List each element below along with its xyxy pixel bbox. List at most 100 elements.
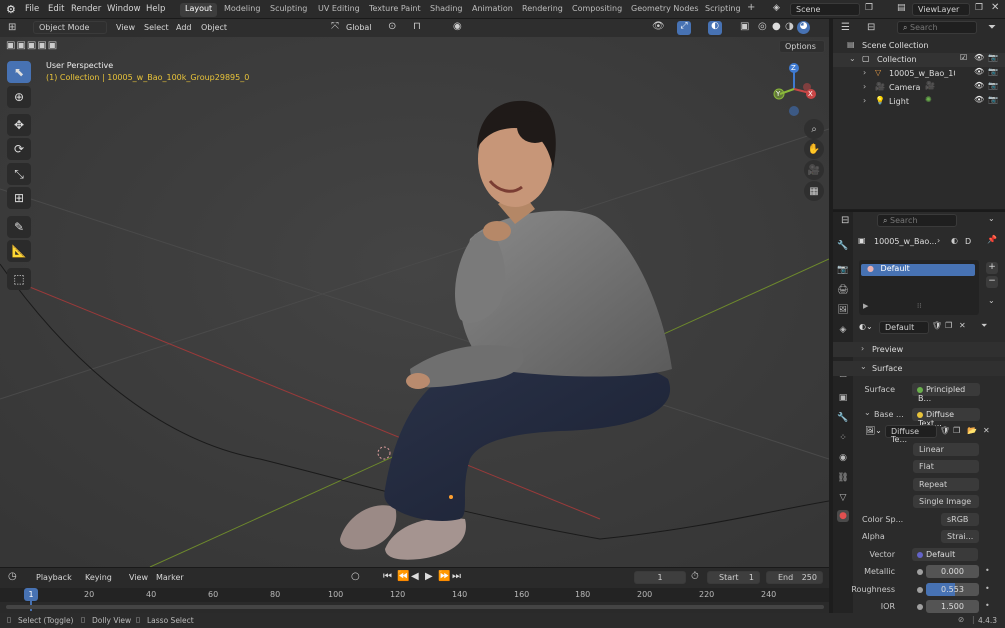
camera-view-icon[interactable]: 🎥 [804,160,824,180]
timeline-menu-keying[interactable]: Keying [85,573,112,582]
jump-keyframe-back-icon[interactable]: ⏪ [397,571,409,582]
chevron-down-icon[interactable]: ⌄ [849,54,856,63]
pan-hand-icon[interactable]: ✋ [804,139,824,159]
ior-slider[interactable]: 1.500 [926,600,979,613]
view-layer-field[interactable]: ViewLayer [912,3,970,16]
ior-keyframe-icon[interactable]: • [985,601,990,610]
gizmo-toggle-icon[interactable]: ⤢ [677,21,691,35]
new-scene-icon[interactable]: ❐ [865,3,873,13]
collection-checkbox-icon[interactable]: ☑ [960,53,967,62]
timeline-scrollbar[interactable] [6,605,824,609]
shading-wireframe-icon[interactable]: ◎ [758,21,767,32]
roughness-slider[interactable]: 0.553 [926,583,979,596]
surface-panel-header[interactable]: ⌄ Surface [833,361,1005,376]
tab-shading[interactable]: Shading [425,3,468,17]
tab-compositing[interactable]: Compositing [567,3,627,17]
tab-uv-editing[interactable]: UV Editing [313,3,365,17]
add-cube-tool-icon[interactable]: ⬚ [7,268,31,290]
image-name-field[interactable]: Diffuse Te... [885,425,937,444]
outliner-filter-mode-icon[interactable]: ⊟ [867,22,875,33]
image-new-icon[interactable]: ❐ [953,426,960,435]
image-browse-icon[interactable]: 🖼⌄ [865,426,882,435]
constraints-tab-icon[interactable]: ⛓ [837,472,849,484]
pin-icon[interactable]: 📌 [987,235,997,244]
viewport-menu-select[interactable]: Select [144,23,169,32]
slot-specials-icon[interactable]: ⌄ [988,296,995,305]
shading-rendered-icon[interactable]: ◕ [797,21,810,34]
outliner-row-mesh[interactable]: › ▽ 10005_w_Bao_10( 👁 📷 [833,67,1005,81]
scene-tab-icon[interactable]: ◈ [837,324,849,336]
metallic-slider[interactable]: 0.000 [926,565,979,578]
select-mode-icons[interactable]: ▣▣▣▣▣ [6,40,58,51]
menu-file[interactable]: File [25,4,39,14]
tab-modeling[interactable]: Modeling [219,3,265,17]
mesh-camera-icon[interactable]: 📷 [988,67,998,76]
data-tab-icon[interactable]: ▽ [837,492,849,504]
jump-end-icon[interactable]: ⏭ [452,571,461,582]
measure-tool-icon[interactable]: 📐 [7,240,31,262]
roughness-keyframe-icon[interactable]: • [985,584,990,593]
material-browse-icon[interactable]: ◐⌄ [859,322,873,331]
timeline-menu-marker[interactable]: Marker [156,573,184,582]
outliner-row-scene-collection[interactable]: ▤ Scene Collection [833,39,1005,53]
material-name-field[interactable]: Default [879,321,929,334]
tab-scripting[interactable]: Scripting [700,3,746,17]
source-dropdown[interactable]: Single Image [913,495,979,508]
preview-range-icon[interactable]: ⏱ [691,571,699,582]
tab-geometry-nodes[interactable]: Geometry Nodes [626,3,703,17]
add-slot-button[interactable]: + [986,262,998,274]
tab-texture-paint[interactable]: Texture Paint [364,3,426,17]
visibility-icon[interactable]: 👁 [652,21,665,32]
overlays-icon[interactable]: ◐ [708,21,722,35]
link-dropdown-icon[interactable]: ⏷ [981,321,987,331]
menu-render[interactable]: Render [71,4,101,14]
zoom-icon[interactable]: ⌕ [804,119,824,139]
scene-field[interactable]: Scene [790,3,860,16]
viewport-menu-view[interactable]: View [116,23,135,32]
preview-panel-header[interactable]: › Preview [833,342,1005,357]
camera-render-icon[interactable]: 📷 [988,81,998,90]
duplicate-material-icon[interactable]: ❐ [945,321,952,330]
color-space-dropdown[interactable]: sRGB [941,513,979,526]
chevron-right-icon[interactable]: › [863,82,866,91]
select-tool-icon[interactable]: ⬉ [7,61,31,83]
image-open-icon[interactable]: 📂 [967,426,977,435]
light-eye-icon[interactable]: 👁 [974,95,984,104]
fake-user-icon[interactable]: 🛡 [932,321,942,330]
output-tab-icon[interactable]: 🖨 [837,284,849,296]
jump-start-icon[interactable]: ⏮ [383,571,392,582]
metallic-keyframe-icon[interactable]: • [985,566,990,575]
view-layer-tab-icon[interactable]: 🖼 [837,304,849,316]
collection-eye-icon[interactable]: 👁 [974,53,984,62]
props-editor-type-icon[interactable]: ⊟ [841,215,849,226]
tab-animation[interactable]: Animation [467,3,518,17]
outliner-row-camera[interactable]: › 🎥 Camera 🎥 👁 📷 [833,81,1005,95]
chevron-down-icon[interactable]: ⌄ [988,214,995,223]
camera-eye-icon[interactable]: 👁 [974,81,984,90]
physics-tab-icon[interactable]: ◉ [837,452,849,464]
play-icon[interactable]: ▶ [425,571,433,582]
material-slot-selected[interactable]: ● Default [861,264,975,276]
current-frame-field[interactable]: 1 [634,571,686,584]
unlink-material-icon[interactable]: ✕ [959,321,966,330]
playhead[interactable]: 1 [24,588,38,601]
tab-layout[interactable]: Layout [180,3,218,17]
timeline-menu-playback[interactable]: Playback [36,573,72,582]
xray-icon[interactable]: ▣ [740,21,749,32]
rotate-tool-icon[interactable]: ⟳ [7,138,31,160]
surface-shader-field[interactable]: Principled B... [912,383,980,403]
play-reverse-icon[interactable]: ◀ [411,571,419,582]
editor-type-icon[interactable]: ⊞ [8,22,16,33]
properties-search-input[interactable]: ⌕ Search [877,214,957,227]
autokey-record-icon[interactable]: ○ [351,571,360,582]
end-frame-field[interactable]: End 250 [766,571,823,584]
menu-help[interactable]: Help [146,4,165,14]
proportional-edit-icon[interactable]: ◉ [453,21,462,32]
outliner-row-light[interactable]: › 💡 Light ✺ 👁 📷 [833,95,1005,109]
pivot-icon[interactable]: ⊙ [388,21,396,32]
cursor-tool-icon[interactable]: ⊕ [7,86,31,108]
annotate-tool-icon[interactable]: ✎ [7,216,31,238]
interpolation-dropdown[interactable]: Linear [913,443,979,456]
transform-orientation-dropdown[interactable]: Global [346,23,372,32]
mode-dropdown[interactable]: Object Mode [33,21,107,34]
